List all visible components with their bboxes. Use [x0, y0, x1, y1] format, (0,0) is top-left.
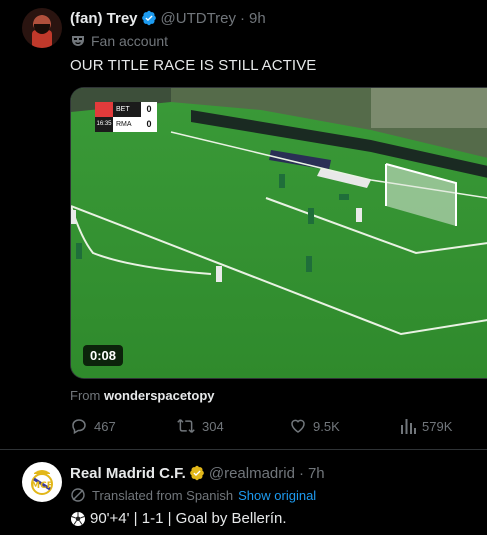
like-button[interactable]: 9.5K	[289, 417, 340, 435]
tweet-real-madrid[interactable]: MCF Real Madrid C.F. @realmadrid · 7h Tr…	[0, 451, 487, 535]
timestamp[interactable]: 7h	[308, 465, 325, 482]
avatar[interactable]	[22, 8, 62, 48]
video-player[interactable]: BET RMA 0 0 16:35 0:08	[70, 87, 487, 379]
reply-button[interactable]: 467	[70, 417, 116, 435]
views-button[interactable]: 579K	[400, 417, 452, 435]
timestamp[interactable]: 9h	[249, 10, 266, 27]
display-name[interactable]: Real Madrid C.F.	[70, 465, 186, 482]
view-count: 579K	[422, 418, 453, 434]
tweet-body: 90'+4' | 1-1 | Goal by Bellerín.	[90, 510, 287, 527]
repost-count: 304	[202, 418, 224, 434]
video-source: From wonderspacetopy	[70, 388, 215, 403]
avatar[interactable]: MCF	[22, 462, 62, 502]
translate-icon	[71, 488, 85, 502]
handle[interactable]: @realmadrid	[209, 465, 295, 482]
repost-icon	[177, 419, 195, 433]
verified-gold-badge-icon[interactable]	[189, 465, 205, 481]
tweet-text: 90'+4' | 1-1 | Goal by Bellerín.	[70, 510, 287, 527]
handle[interactable]: @UTDTrey	[161, 10, 237, 27]
video-duration: 0:08	[83, 345, 124, 366]
display-name[interactable]: (fan) Trey	[70, 10, 138, 27]
heart-icon	[291, 419, 305, 433]
reply-icon	[72, 419, 86, 435]
fan-account-text: Fan account	[91, 33, 169, 49]
tweet-header: Real Madrid C.F. @realmadrid · 7h	[70, 463, 325, 483]
home-team: BET	[113, 102, 141, 117]
separator: ·	[240, 9, 246, 27]
home-score: 0	[141, 102, 157, 117]
from-prefix: From	[70, 388, 101, 403]
match-clock: 16:35	[95, 117, 113, 132]
views-chart-icon	[401, 419, 416, 434]
translation-notice: Translated from Spanish Show original	[70, 487, 316, 503]
source-account-link[interactable]: wonderspacetopy	[104, 388, 215, 403]
real-madrid-crest-icon: MCF	[31, 470, 53, 495]
verified-badge-icon[interactable]	[141, 10, 157, 26]
reply-count: 467	[94, 418, 116, 434]
separator: ·	[298, 464, 304, 482]
like-count: 9.5K	[313, 418, 340, 434]
soccer-ball-icon	[71, 511, 85, 526]
tweet-fan-trey[interactable]: (fan) Trey @UTDTrey · 9h Fan account OUR…	[0, 0, 487, 450]
translated-label: Translated from Spanish	[92, 487, 234, 503]
show-original-link[interactable]: Show original	[238, 488, 316, 503]
fan-account-label: Fan account	[70, 32, 168, 50]
away-team: RMA	[113, 117, 141, 132]
tweet-actions: 467 304 9.5K 579K	[70, 417, 460, 437]
tweet-text: OUR TITLE RACE IS STILL ACTIVE	[70, 57, 317, 74]
mask-icon	[72, 36, 84, 46]
away-score: 0	[141, 117, 157, 132]
scoreboard-overlay: BET RMA 0 0 16:35	[95, 102, 157, 132]
tweet-header: (fan) Trey @UTDTrey · 9h	[70, 8, 266, 28]
repost-button[interactable]: 304	[176, 417, 224, 435]
svg-text:MCF: MCF	[31, 481, 53, 491]
